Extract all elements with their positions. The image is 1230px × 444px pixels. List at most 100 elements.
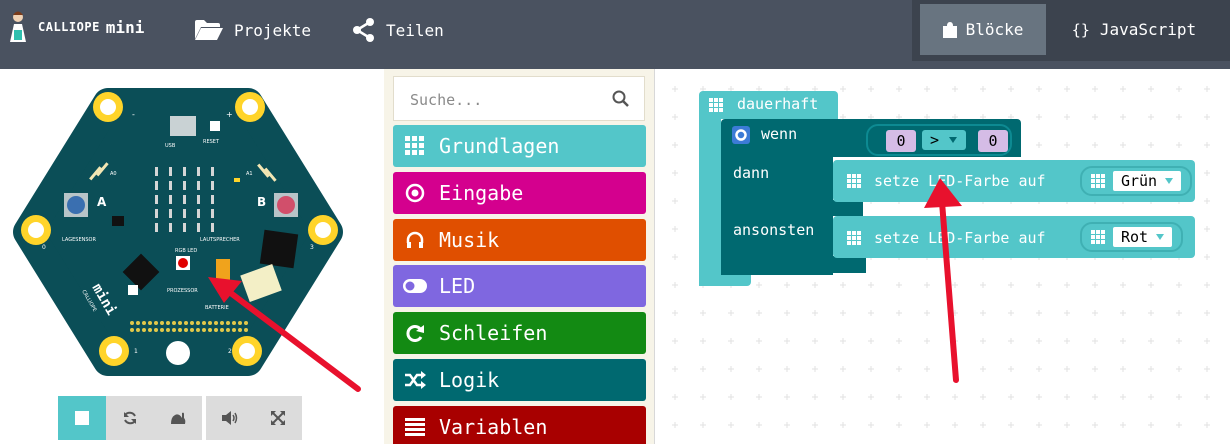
connector-dot	[166, 328, 170, 332]
share-button[interactable]: Teilen	[352, 16, 444, 44]
category-musik[interactable]: Musik	[393, 219, 646, 261]
grid-mark	[868, 394, 874, 400]
connector-dot	[208, 328, 212, 332]
search-input[interactable]: Suche...	[393, 76, 645, 121]
connector-dot	[172, 321, 176, 325]
grid-mark	[1204, 422, 1210, 428]
grid-mark	[1204, 86, 1210, 92]
calliope-logo[interactable]: CALLIOPE mini	[4, 10, 144, 44]
category-label: Musik	[439, 228, 500, 252]
connector-dot	[184, 328, 188, 332]
connector-dot	[232, 321, 236, 325]
led-pixel	[211, 167, 214, 176]
gear-icon[interactable]	[732, 126, 750, 144]
grid-mark	[1092, 366, 1098, 372]
led-pixel	[197, 167, 200, 176]
javascript-tab[interactable]: {} JavaScript	[1046, 4, 1222, 55]
grid-mark	[784, 310, 790, 316]
grid-mark	[1148, 86, 1154, 92]
led-pixel	[197, 181, 200, 190]
led-pixel	[183, 195, 186, 204]
if-label: wenn	[761, 125, 798, 143]
connector-dot	[172, 328, 176, 332]
color-dropdown-then[interactable]: Grün	[1080, 166, 1192, 196]
stop-button[interactable]	[58, 396, 106, 440]
led-pixel	[169, 167, 172, 176]
mute-button[interactable]	[206, 396, 254, 440]
category-schleifen[interactable]: Schleifen	[393, 312, 646, 354]
grid-mark	[924, 422, 930, 428]
svg-text:RESET: RESET	[203, 139, 220, 145]
grid-mark	[672, 422, 678, 428]
category-variablen[interactable]: Variablen	[393, 406, 646, 444]
grid-mark	[952, 86, 958, 92]
connector-dot	[202, 328, 206, 332]
calliope-board[interactable]: USB RESET - + A B A0 A1 LAGESENSOR LAUTS…	[0, 69, 384, 396]
grid-mark	[1008, 422, 1014, 428]
slow-motion-button[interactable]	[154, 396, 202, 440]
connector-dot	[220, 328, 224, 332]
grid-mark	[896, 282, 902, 288]
grid-mark	[728, 366, 734, 372]
grid-mark	[728, 422, 734, 428]
led-pixel	[183, 209, 186, 218]
stop-icon	[75, 411, 89, 425]
grid-mark	[1204, 394, 1210, 400]
svg-text:LAUTSPRECHER: LAUTSPRECHER	[200, 237, 240, 243]
search-icon[interactable]	[612, 90, 630, 108]
connector-dot	[154, 328, 158, 332]
fullscreen-button[interactable]	[254, 396, 302, 440]
puzzle-icon	[942, 21, 957, 38]
category-led[interactable]: LED	[393, 265, 646, 307]
operator-dropdown[interactable]: >	[922, 130, 966, 150]
top-bar: CALLIOPE mini Projekte Teilen Blöcke {} …	[0, 0, 1230, 69]
connector-dot	[148, 328, 152, 332]
svg-text:3: 3	[310, 244, 314, 251]
grid-mark	[1092, 394, 1098, 400]
toggle-icon	[403, 274, 427, 298]
grid-mark	[672, 142, 678, 148]
svg-text:0: 0	[42, 244, 46, 251]
grid-mark	[1036, 114, 1042, 120]
grid-mark	[1008, 310, 1014, 316]
led-pixel	[211, 209, 214, 218]
grid-mark	[924, 86, 930, 92]
expand-icon	[271, 411, 285, 425]
grid-mark	[840, 282, 846, 288]
grid-mark	[700, 422, 706, 428]
grid-icon	[1090, 230, 1105, 244]
grid-mark	[1204, 226, 1210, 232]
grid-mark	[1036, 338, 1042, 344]
category-logik[interactable]: Logik	[393, 359, 646, 401]
grid-mark	[1204, 254, 1210, 260]
category-label: Grundlagen	[439, 134, 560, 158]
category-grundlagen[interactable]: Grundlagen	[393, 125, 646, 167]
restart-button[interactable]	[106, 396, 154, 440]
color-dropdown-else[interactable]: Rot	[1080, 222, 1183, 252]
grid-mark	[1008, 282, 1014, 288]
compare-right-value[interactable]: 0	[978, 130, 1008, 152]
led-pixel	[197, 223, 200, 232]
code-braces-icon: {}	[1071, 20, 1090, 39]
javascript-label: JavaScript	[1099, 20, 1197, 39]
connector-dot	[190, 328, 194, 332]
grid-mark	[980, 394, 986, 400]
shuffle-icon	[403, 368, 427, 392]
grid-mark	[700, 394, 706, 400]
led-pixel	[169, 181, 172, 190]
projects-button[interactable]: Projekte	[194, 16, 311, 44]
button-b[interactable]	[274, 193, 298, 217]
grid-mark	[812, 366, 818, 372]
grid-mark	[1092, 114, 1098, 120]
grid-mark	[756, 366, 762, 372]
share-icon	[353, 18, 374, 42]
blocks-tab[interactable]: Blöcke	[920, 4, 1046, 55]
led-pixel	[211, 181, 214, 190]
compare-left-value[interactable]: 0	[886, 130, 916, 152]
button-a[interactable]	[64, 193, 88, 217]
grid-mark	[896, 366, 902, 372]
connector-dot	[202, 321, 206, 325]
category-eingabe[interactable]: Eingabe	[393, 172, 646, 214]
grid-mark	[1120, 142, 1126, 148]
grid-mark	[1092, 86, 1098, 92]
